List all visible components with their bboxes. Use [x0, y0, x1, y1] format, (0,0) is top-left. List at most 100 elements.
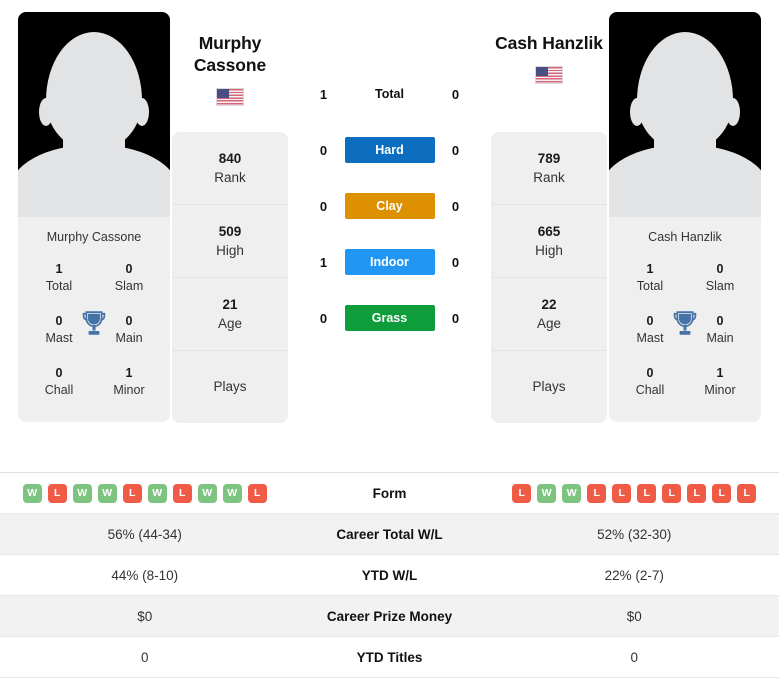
right-count-total: 0 — [451, 86, 460, 102]
left-form-badge[interactable]: W — [147, 483, 167, 503]
value: 0 — [646, 366, 654, 380]
avatar-ear-right — [726, 98, 740, 126]
right-count-hard: 0 — [451, 142, 460, 158]
left-ytd-titles: 0 — [140, 649, 149, 665]
left-count-indoor: 1 — [319, 254, 328, 270]
label: Chall — [635, 383, 665, 397]
left-form-cell: WLWWLWLWWL — [0, 475, 290, 512]
table-label-ytd-titles: YTD Titles — [356, 649, 423, 665]
value: 840 — [218, 151, 242, 166]
label: Chall — [44, 383, 74, 397]
left-form-badge[interactable]: W — [22, 483, 42, 503]
right-form-badge[interactable]: L — [637, 483, 657, 503]
left-stat-block: 840 Rank 509 High 21 Age Plays — [172, 132, 288, 423]
avatar-shoulders — [609, 145, 761, 217]
surface-row-total: 1 Total 0 — [290, 66, 489, 122]
left-country-flag-icon — [216, 88, 244, 106]
table-row-ytd-wl: 44% (8-10) YTD W/L 22% (2-7) — [0, 555, 779, 596]
left-form-badge[interactable]: L — [122, 483, 142, 503]
value: 0 — [55, 366, 63, 380]
player-comparison-header: Murphy Cassone 1 Total 0 Slam 0 Mast 0 M… — [0, 0, 779, 472]
avatar-ear-right — [135, 98, 149, 126]
right-form-badge[interactable]: L — [587, 483, 607, 503]
left-career-prize-money: $0 — [137, 608, 153, 624]
left-ytd-wl: 44% (8-10) — [111, 567, 179, 583]
left-form-badge[interactable]: W — [97, 483, 117, 503]
right-form-badge[interactable]: L — [712, 483, 732, 503]
left-player-name-line2: Cassone — [193, 55, 267, 75]
left-form-badge[interactable]: W — [72, 483, 92, 503]
left-title-minor: 1 Minor — [94, 356, 164, 408]
surface-comparison-column: 1 Total 0 0 Hard 0 0 Clay 0 1 Indoor 0 0… — [290, 12, 489, 346]
right-country-flag-icon — [535, 66, 563, 84]
label: Minor — [704, 383, 736, 397]
value: 509 — [218, 224, 242, 239]
left-stat-high: 509 High — [172, 205, 288, 278]
right-name-header: Cash Hanzlik — [491, 12, 607, 132]
surface-row-clay: 0 Clay 0 — [290, 178, 489, 234]
surface-label-clay[interactable]: Clay — [344, 193, 435, 219]
surface-label-total: Total — [375, 87, 404, 101]
left-player-name-line1: Murphy — [198, 33, 262, 53]
avatar-ear-left — [630, 98, 644, 126]
surface-row-hard: 0 Hard 0 — [290, 122, 489, 178]
left-form-badge[interactable]: W — [222, 483, 242, 503]
avatar-ear-left — [39, 98, 53, 126]
left-stat-rank: 840 Rank — [172, 132, 288, 205]
left-form-badge[interactable]: L — [172, 483, 192, 503]
right-titles-grid: 1 Total 0 Slam 0 Mast 0 Main 0 Chall 1 M… — [609, 252, 761, 422]
right-count-clay: 0 — [451, 198, 460, 214]
right-form-badge[interactable]: L — [737, 483, 757, 503]
left-form-badge[interactable]: L — [247, 483, 267, 503]
label: Minor — [113, 383, 145, 397]
left-player-card[interactable]: Murphy Cassone 1 Total 0 Slam 0 Mast 0 M… — [18, 12, 170, 422]
right-title-minor: 1 Minor — [685, 356, 755, 408]
value: 22 — [541, 297, 557, 312]
right-form-badge[interactable]: W — [537, 483, 557, 503]
label: Total — [45, 279, 73, 293]
value: 789 — [537, 151, 561, 166]
right-form-badge[interactable]: L — [662, 483, 682, 503]
surface-row-grass: 0 Grass 0 — [290, 290, 489, 346]
right-form-badge[interactable]: L — [512, 483, 532, 503]
table-row-form: WLWWLWLWWL Form LWWLLLLLLL — [0, 473, 779, 514]
value: 1 — [716, 366, 724, 380]
label: Plays — [532, 379, 566, 394]
table-row-career-total-wl: 56% (44-34) Career Total W/L 52% (32-30) — [0, 514, 779, 555]
left-title-chall: 0 Chall — [24, 356, 94, 408]
surface-label-hard[interactable]: Hard — [344, 137, 435, 163]
right-player-card[interactable]: Cash Hanzlik 1 Total 0 Slam 0 Mast 0 Mai… — [609, 12, 761, 422]
surface-label-indoor[interactable]: Indoor — [344, 249, 435, 275]
value: 1 — [125, 366, 133, 380]
right-career-prize-money: $0 — [626, 608, 642, 624]
right-count-indoor: 0 — [451, 254, 460, 270]
left-player-name: Murphy Cassone — [194, 32, 266, 76]
label: Total — [636, 279, 664, 293]
surface-row-indoor: 1 Indoor 0 — [290, 234, 489, 290]
right-count-grass: 0 — [451, 310, 460, 326]
right-stat-plays: Plays — [491, 351, 607, 423]
right-form-badge[interactable]: L — [612, 483, 632, 503]
left-count-clay: 0 — [319, 198, 328, 214]
value: 0 — [125, 262, 133, 276]
left-career-total-wl: 56% (44-34) — [107, 526, 182, 542]
right-stat-high: 665 High — [491, 205, 607, 278]
table-row-ytd-titles: 0 YTD Titles 0 — [0, 637, 779, 678]
left-stat-age: 21 Age — [172, 278, 288, 351]
right-form-badge[interactable]: L — [687, 483, 707, 503]
right-form-badge[interactable]: W — [562, 483, 582, 503]
left-form-badge[interactable]: W — [197, 483, 217, 503]
surface-label-grass[interactable]: Grass — [344, 305, 435, 331]
left-form-badge[interactable]: L — [47, 483, 67, 503]
left-count-total: 1 — [319, 86, 328, 102]
value: 1 — [646, 262, 654, 276]
left-player-photo — [18, 12, 170, 217]
flag-canton — [217, 89, 229, 98]
label: Rank — [533, 170, 565, 185]
label: Plays — [213, 379, 247, 394]
right-form-badges: LWWLLLLLLL — [496, 483, 774, 503]
comparison-table: WLWWLWLWWL Form LWWLLLLLLL 56% (44-34) C… — [0, 472, 779, 678]
left-title-slam: 0 Slam — [94, 252, 164, 304]
right-stat-rank: 789 Rank — [491, 132, 607, 205]
right-form-cell: LWWLLLLLLL — [490, 475, 779, 512]
